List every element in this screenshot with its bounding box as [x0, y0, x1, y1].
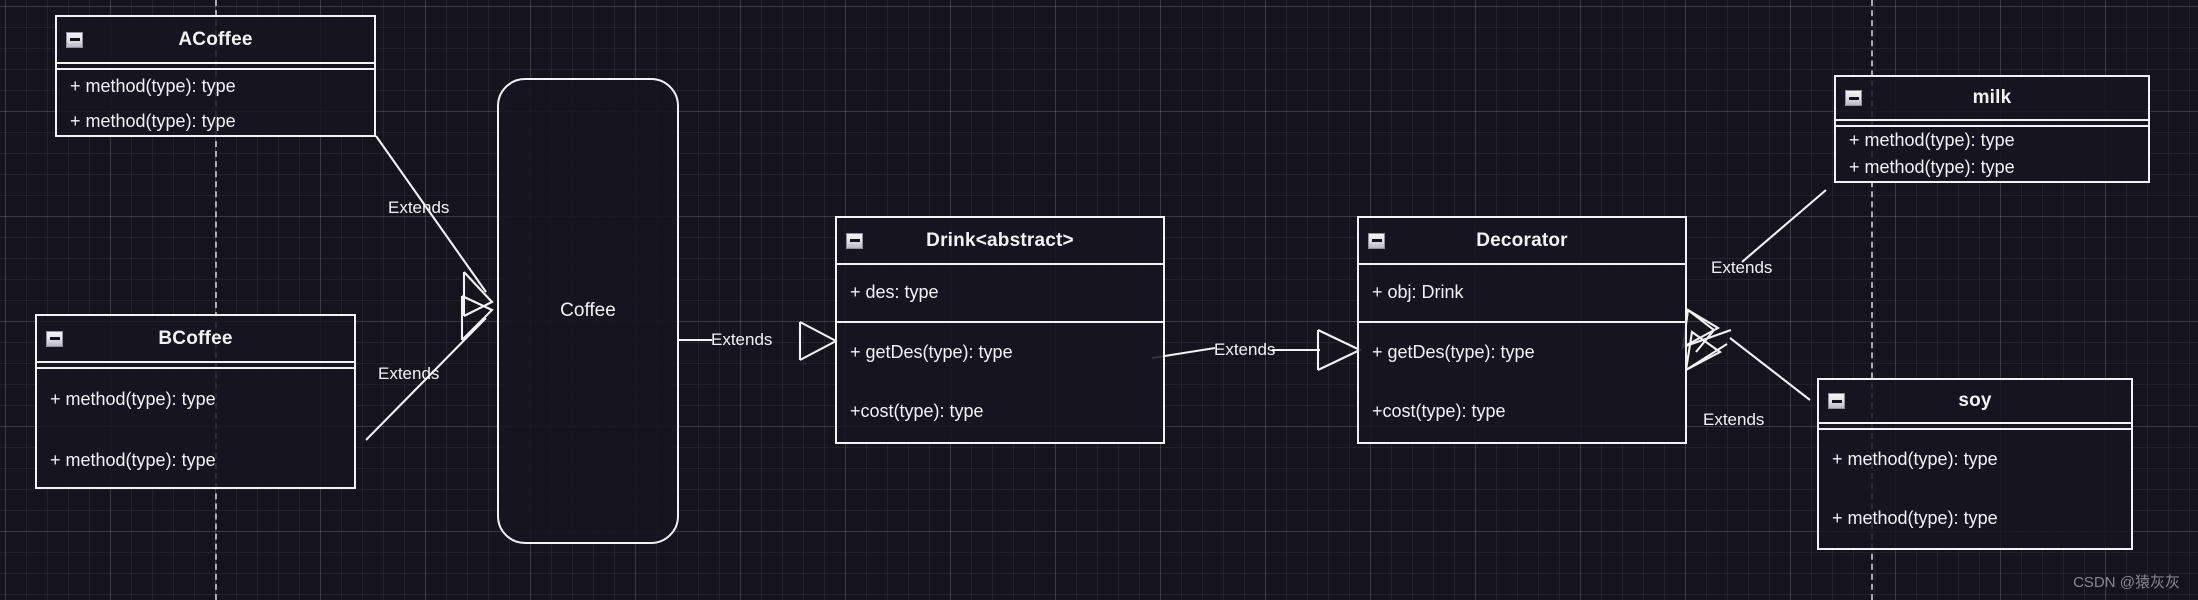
- uml-class-title-bcoffee: BCoffee: [37, 316, 354, 361]
- node-coffee[interactable]: Coffee: [497, 78, 679, 544]
- uml-methods-soy: + method(type): type + method(type): typ…: [1819, 430, 2131, 548]
- collapse-minus-icon[interactable]: [1368, 232, 1385, 249]
- edge-label-bcoffee-coffee: Extends: [378, 364, 440, 383]
- edge-label-acoffee-coffee: Extends: [388, 198, 450, 217]
- edge-label-soy-decorator: Extends: [1703, 410, 1765, 429]
- uml-class-title-drink: Drink<abstract>: [837, 218, 1163, 263]
- collapse-minus-icon[interactable]: [66, 31, 83, 48]
- diagram-canvas[interactable]: ACoffee + method(type): type + method(ty…: [0, 0, 2198, 600]
- uml-attributes-decorator: + obj: Drink: [1359, 265, 1685, 321]
- uml-class-decorator[interactable]: Decorator + obj: Drink + getDes(type): t…: [1357, 216, 1687, 444]
- uml-class-name: BCoffee: [158, 327, 233, 349]
- edge-milk-decorator: [1741, 189, 1827, 263]
- arrowhead-drink-decorator: [1317, 329, 1363, 371]
- uml-class-title-acoffee: ACoffee: [57, 17, 374, 62]
- collapse-minus-icon[interactable]: [1828, 393, 1845, 409]
- arrowhead-bcoffee-coffee: [461, 295, 494, 341]
- uml-class-soy[interactable]: soy + method(type): type + method(type):…: [1817, 378, 2133, 550]
- uml-method-row: + method(type): type: [1849, 156, 2015, 177]
- edge-soy-decorator: [1729, 337, 1811, 401]
- node-coffee-label: Coffee: [560, 300, 616, 321]
- uml-methods-milk: + method(type): type + method(type): typ…: [1836, 127, 2148, 181]
- uml-method-row: + method(type): type: [1849, 129, 2015, 150]
- uml-class-title-soy: soy: [1819, 380, 2131, 422]
- uml-class-name: Decorator: [1476, 229, 1568, 251]
- uml-class-name: soy: [1958, 390, 1992, 411]
- edge-label-coffee-drink: Extends: [711, 330, 773, 349]
- uml-class-title-decorator: Decorator: [1359, 218, 1685, 263]
- uml-class-name: milk: [1972, 87, 2012, 108]
- uml-method-row: + method(type): type: [1832, 507, 1998, 528]
- arrowhead-coffee-drink: [799, 321, 839, 361]
- uml-methods-acoffee: + method(type): type + method(type): typ…: [57, 70, 374, 139]
- edge-label-milk-decorator: Extends: [1711, 258, 1773, 277]
- uml-methods-drink: + getDes(type): type +cost(type): type: [837, 323, 1163, 442]
- uml-method-row: +cost(type): type: [850, 401, 984, 422]
- collapse-minus-icon[interactable]: [846, 232, 863, 249]
- uml-class-acoffee[interactable]: ACoffee + method(type): type + method(ty…: [55, 15, 376, 137]
- uml-method-row: + getDes(type): type: [1372, 341, 1535, 362]
- uml-class-name: Drink<abstract>: [926, 229, 1074, 251]
- uml-method-row: + method(type): type: [50, 388, 216, 409]
- uml-attribute-row: + des: type: [850, 282, 939, 303]
- watermark: CSDN @猿灰灰: [2073, 574, 2180, 591]
- uml-class-bcoffee[interactable]: BCoffee + method(type): type + method(ty…: [35, 314, 356, 489]
- uml-method-row: + method(type): type: [1832, 448, 1998, 469]
- uml-methods-bcoffee: + method(type): type + method(type): typ…: [37, 369, 354, 491]
- uml-method-row: + method(type): type: [50, 449, 216, 470]
- uml-class-drink[interactable]: Drink<abstract> + des: type + getDes(typ…: [835, 216, 1165, 444]
- collapse-minus-icon[interactable]: [46, 330, 63, 347]
- collapse-minus-icon[interactable]: [1845, 90, 1862, 106]
- arrowhead-milk-decorator: [1687, 309, 1716, 353]
- uml-class-name: ACoffee: [178, 28, 253, 50]
- edge-label-drink-decorator: Extends: [1214, 340, 1276, 359]
- uml-attributes-drink: + des: type: [837, 265, 1163, 321]
- uml-method-row: + method(type): type: [70, 110, 236, 131]
- uml-class-title-milk: milk: [1836, 77, 2148, 119]
- uml-methods-decorator: + getDes(type): type +cost(type): type: [1359, 323, 1685, 442]
- uml-attribute-row: + obj: Drink: [1372, 282, 1464, 303]
- arrowhead-acoffee-coffee: [463, 271, 494, 317]
- uml-method-row: + getDes(type): type: [850, 341, 1013, 362]
- uml-method-row: + method(type): type: [70, 76, 236, 97]
- uml-method-row: +cost(type): type: [1372, 401, 1506, 422]
- uml-class-milk[interactable]: milk + method(type): type + method(type)…: [1834, 75, 2150, 183]
